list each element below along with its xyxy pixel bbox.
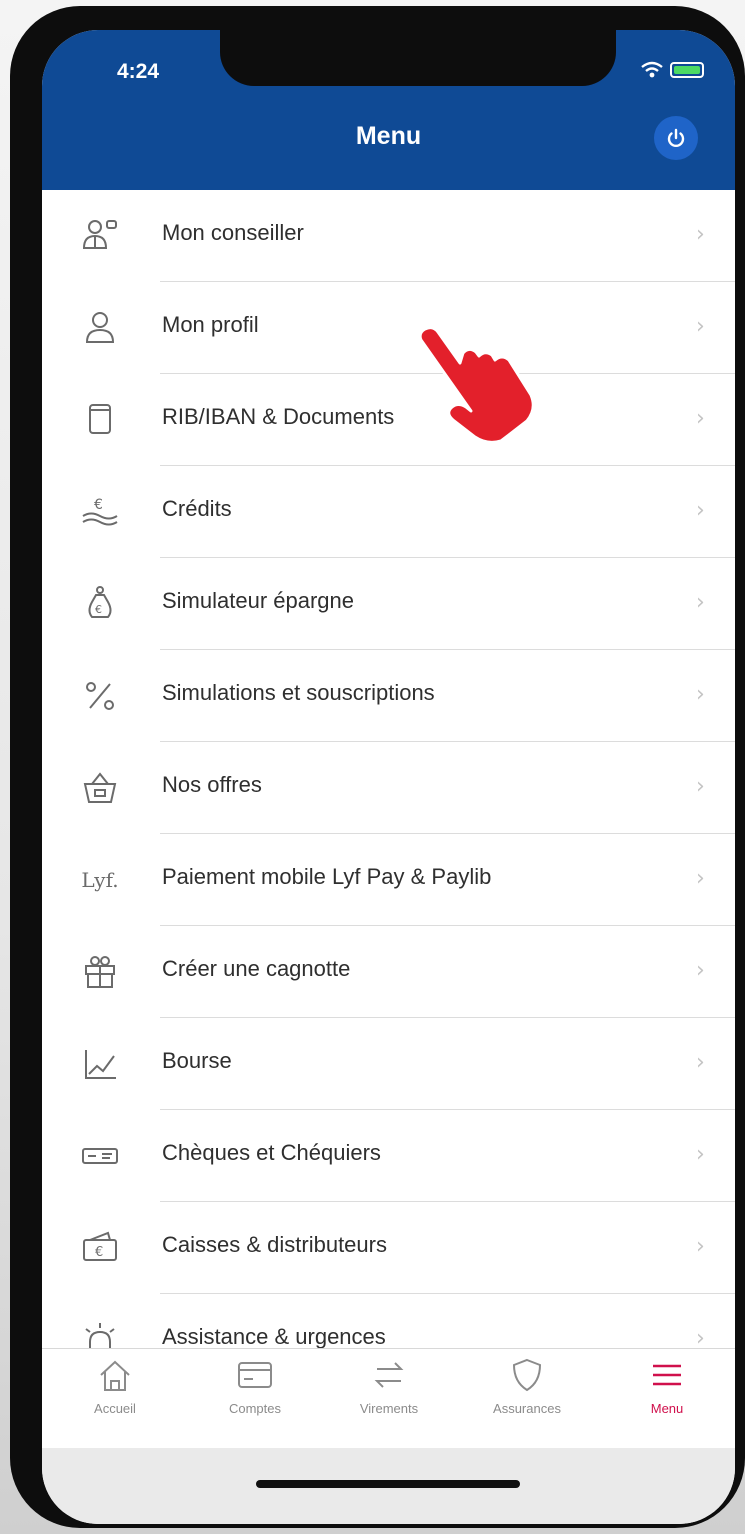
menu-item-label: Chèques et Chéquiers [162, 1140, 381, 1165]
tab-label: Virements [359, 1401, 419, 1416]
chevron-right-icon: › [696, 774, 705, 799]
logout-button[interactable] [654, 116, 698, 160]
phone-screen: 4:24 Menu Mon conseiller › Mon profil › … [42, 30, 735, 1524]
phone-frame: 4:24 Menu Mon conseiller › Mon profil › … [10, 6, 745, 1528]
chevron-right-icon: › [696, 1234, 705, 1259]
chevron-right-icon: › [696, 682, 705, 707]
svg-text:€: € [95, 603, 102, 616]
menu-item-label: Mon profil [162, 312, 259, 337]
menu-list: Mon conseiller › Mon profil › RIB/IBAN &… [42, 190, 735, 1350]
menu-item-label: Bourse [162, 1048, 232, 1073]
battery-icon [670, 62, 704, 78]
menu-item-cheques[interactable]: Chèques et Chéquiers › [42, 1110, 735, 1202]
stock-chart-icon [76, 1040, 124, 1088]
tab-virements[interactable]: Virements [334, 1357, 444, 1443]
menu-item-simulateur-epargne[interactable]: € Simulateur épargne › [42, 558, 735, 650]
svg-text:€: € [94, 497, 103, 513]
lyf-logo-text: Lyf. [81, 868, 119, 892]
credit-icon: € [76, 488, 124, 536]
menu-item-label: RIB/IBAN & Documents [162, 404, 395, 429]
menu-item-simulations-souscriptions[interactable]: Simulations et souscriptions › [42, 650, 735, 742]
chevron-right-icon: › [696, 866, 705, 891]
accounts-icon [238, 1362, 272, 1388]
tab-label: Assurances [493, 1401, 561, 1416]
document-icon [76, 396, 124, 444]
menu-item-label: Créer une cagnotte [162, 956, 351, 981]
chevron-right-icon: › [696, 958, 705, 983]
tab-accueil[interactable]: Accueil [60, 1357, 170, 1443]
page-title: Menu [355, 122, 422, 150]
basket-icon [76, 764, 124, 812]
gift-icon [76, 948, 124, 996]
tab-comptes[interactable]: Comptes [200, 1357, 310, 1443]
chevron-right-icon: › [696, 406, 705, 431]
menu-item-nos-offres[interactable]: Nos offres › [42, 742, 735, 834]
lyf-logo: Lyf. [76, 856, 124, 904]
menu-item-credits[interactable]: € Crédits › [42, 466, 735, 558]
percent-icon [76, 672, 124, 720]
menu-item-mon-profil[interactable]: Mon profil › [42, 282, 735, 374]
shield-icon [512, 1358, 542, 1392]
home-indicator[interactable] [256, 1480, 520, 1488]
menu-item-caisses-distributeurs[interactable]: € Caisses & distributeurs › [42, 1202, 735, 1294]
transfer-icon [374, 1362, 404, 1388]
device-notch [220, 30, 616, 86]
menu-item-label: Simulations et souscriptions [162, 680, 435, 705]
menu-item-assistance-urgences[interactable]: Assistance & urgences › [42, 1294, 735, 1350]
cash-machine-icon: € [76, 1224, 124, 1272]
menu-item-bourse[interactable]: Bourse › [42, 1018, 735, 1110]
menu-item-mon-conseiller[interactable]: Mon conseiller › [42, 190, 735, 282]
menu-item-label: Nos offres [162, 772, 262, 797]
wifi-icon [641, 61, 663, 78]
chevron-right-icon: › [696, 1326, 705, 1350]
menu-item-label: Assistance & urgences [162, 1324, 386, 1349]
chevron-right-icon: › [696, 1142, 705, 1167]
chevron-right-icon: › [696, 222, 705, 247]
pointing-hand-icon [418, 326, 535, 443]
menu-item-label: Mon conseiller [162, 220, 304, 245]
home-indicator-area [42, 1448, 735, 1524]
cheque-icon [76, 1132, 124, 1180]
advisor-icon [76, 212, 124, 260]
savings-icon: € [76, 580, 124, 628]
chevron-right-icon: › [696, 498, 705, 523]
menu-item-label: Paiement mobile Lyf Pay & Paylib [162, 864, 492, 889]
tab-assurances[interactable]: Assurances [472, 1357, 582, 1443]
profile-icon [76, 304, 124, 352]
home-icon [100, 1360, 130, 1391]
chevron-right-icon: › [696, 314, 705, 339]
chevron-right-icon: › [696, 1050, 705, 1075]
menu-item-label: Crédits [162, 496, 232, 521]
tab-bar: Accueil Comptes Virements Assurances Men… [42, 1348, 735, 1448]
menu-item-label: Caisses & distributeurs [162, 1232, 387, 1257]
tab-label: Comptes [228, 1401, 282, 1416]
menu-item-rib-iban-documents[interactable]: RIB/IBAN & Documents › [42, 374, 735, 466]
svg-text:€: € [95, 1245, 103, 1260]
hamburger-icon [653, 1364, 681, 1386]
power-icon [667, 128, 685, 148]
tab-label: Menu [650, 1401, 684, 1416]
tab-label: Accueil [94, 1401, 136, 1416]
status-time: 4:24 [117, 60, 160, 83]
menu-item-label: Simulateur épargne [162, 588, 355, 613]
menu-item-paiement-mobile[interactable]: Lyf. Paiement mobile Lyf Pay & Paylib › [42, 834, 735, 926]
tab-menu[interactable]: Menu [612, 1357, 722, 1443]
chevron-right-icon: › [696, 590, 705, 615]
menu-item-creer-cagnotte[interactable]: Créer une cagnotte › [42, 926, 735, 1018]
alarm-icon [76, 1316, 124, 1350]
